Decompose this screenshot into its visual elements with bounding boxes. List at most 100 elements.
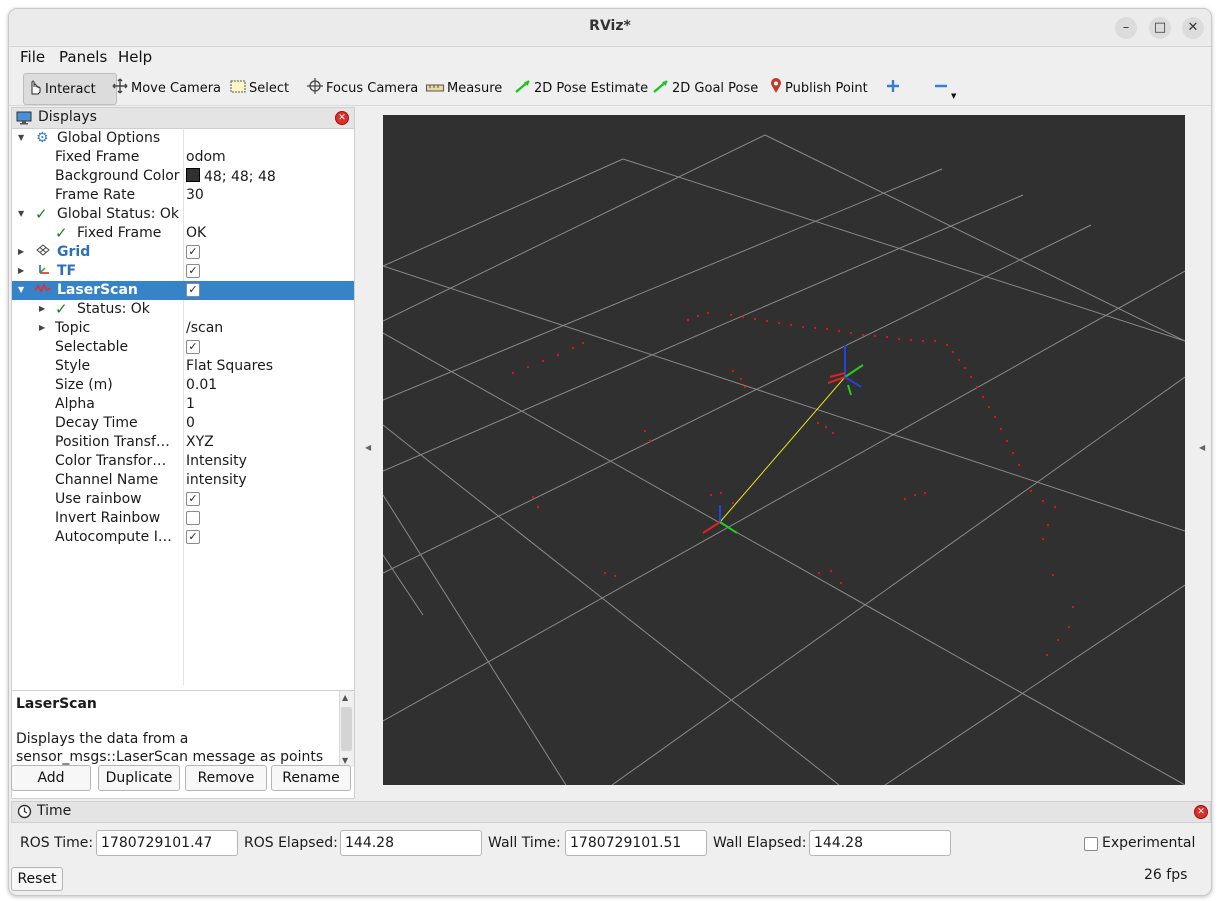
- tree-row-color-transformer[interactable]: Color Transfor… Intensity: [12, 452, 354, 471]
- move-camera-tool[interactable]: Move Camera: [108, 73, 225, 103]
- duplicate-button[interactable]: Duplicate: [98, 765, 180, 791]
- minus-icon: [934, 79, 948, 97]
- collapse-arrow-icon[interactable]: ▶: [39, 323, 45, 332]
- menu-file[interactable]: File: [20, 48, 45, 66]
- collapse-arrow-icon[interactable]: ▶: [39, 304, 45, 313]
- interact-tool[interactable]: Interact: [23, 73, 117, 105]
- reset-button[interactable]: Reset: [11, 867, 63, 891]
- 3d-scene[interactable]: [382, 115, 1186, 786]
- menu-panels[interactable]: Panels: [59, 48, 107, 66]
- add-button[interactable]: Add: [11, 765, 91, 791]
- tf-checkbox[interactable]: ✓: [186, 264, 200, 278]
- expand-arrow-icon[interactable]: ▼: [18, 133, 24, 142]
- description-heading: LaserScan: [16, 696, 97, 712]
- size-value[interactable]: 0.01: [186, 377, 217, 393]
- tree-row-global-status[interactable]: ▼ ✓ Global Status: Ok: [12, 205, 354, 224]
- right-splitter[interactable]: ◀: [1195, 107, 1209, 793]
- tree-row-alpha[interactable]: Alpha 1: [12, 395, 354, 414]
- check-ok-icon: ✓: [55, 300, 68, 318]
- minimize-icon[interactable]: –: [1115, 17, 1137, 39]
- tree-row-selectable[interactable]: Selectable ✓: [12, 338, 354, 357]
- grid-checkbox[interactable]: ✓: [186, 245, 200, 259]
- measure-tool[interactable]: Measure: [422, 73, 506, 103]
- alpha-value[interactable]: 1: [186, 396, 195, 412]
- decay-time-value[interactable]: 0: [186, 415, 195, 431]
- tree-row-status-ok[interactable]: ▶ ✓ Status: Ok: [12, 300, 354, 319]
- tree-row-invert-rainbow[interactable]: Invert Rainbow: [12, 509, 354, 528]
- tree-row-frame-rate[interactable]: Frame Rate 30: [12, 186, 354, 205]
- fixed-frame-value[interactable]: odom: [186, 149, 226, 165]
- tree-row-channel-name[interactable]: Channel Name intensity: [12, 471, 354, 490]
- wall-time-field[interactable]: 1780729101.51: [565, 830, 707, 856]
- remove-button[interactable]: Remove: [185, 765, 267, 791]
- check-ok-icon: ✓: [55, 224, 68, 242]
- remove-tool-button[interactable]: ▼: [930, 73, 960, 103]
- tree-row-size[interactable]: Size (m) 0.01: [12, 376, 354, 395]
- menu-help[interactable]: Help: [118, 48, 152, 66]
- autocompute-checkbox[interactable]: ✓: [186, 530, 200, 544]
- background-color-text: 48; 48; 48: [204, 169, 276, 185]
- tree-row-grid[interactable]: ▶ Grid ✓: [12, 243, 354, 262]
- invert-rainbow-checkbox[interactable]: [186, 511, 200, 525]
- collapse-arrow-icon[interactable]: ▶: [18, 247, 24, 256]
- position-transformer-value[interactable]: XYZ: [186, 434, 214, 450]
- add-tool-button[interactable]: [882, 73, 907, 103]
- tree-row-laserscan[interactable]: ▼ LaserScan ✓: [12, 281, 354, 300]
- color-transformer-value[interactable]: Intensity: [186, 453, 247, 469]
- tree-row-use-rainbow[interactable]: Use rainbow ✓: [12, 490, 354, 509]
- left-splitter[interactable]: ◀: [361, 107, 375, 793]
- laserscan-checkbox[interactable]: ✓: [186, 283, 200, 297]
- description-scrollbar[interactable]: ▲ ▼: [339, 691, 354, 767]
- use-rainbow-checkbox[interactable]: ✓: [186, 492, 200, 506]
- background-color-value[interactable]: 48; 48; 48: [186, 168, 276, 185]
- maximize-icon[interactable]: □: [1149, 17, 1171, 39]
- ros-time-label: ROS Time:: [20, 835, 94, 851]
- wall-elapsed-field[interactable]: 144.28: [809, 830, 951, 856]
- collapse-right-icon[interactable]: ◀: [1199, 443, 1205, 452]
- expand-arrow-icon[interactable]: ▼: [18, 209, 24, 218]
- invert-rainbow-label: Invert Rainbow: [55, 510, 161, 526]
- experimental-checkbox[interactable]: [1084, 837, 1098, 851]
- autocompute-label: Autocompute I…: [55, 529, 172, 545]
- goal-pose-tool[interactable]: 2D Goal Pose: [649, 73, 762, 103]
- rename-button[interactable]: Rename: [271, 765, 351, 791]
- tree-row-status-fixed-frame[interactable]: ✓ Fixed Frame OK: [12, 224, 354, 243]
- close-time-panel-icon[interactable]: ✕: [1194, 805, 1208, 819]
- pose-estimate-tool[interactable]: 2D Pose Estimate: [511, 73, 652, 103]
- frame-rate-value[interactable]: 30: [186, 187, 204, 203]
- style-value[interactable]: Flat Squares: [186, 358, 273, 374]
- publish-point-tool[interactable]: Publish Point: [766, 73, 872, 103]
- tree-row-decay-time[interactable]: Decay Time 0: [12, 414, 354, 433]
- tree-row-autocompute[interactable]: Autocompute I… ✓: [12, 528, 354, 547]
- tree-row-global-options[interactable]: ▼ ⚙ Global Options: [12, 129, 354, 148]
- tree-row-fixed-frame[interactable]: Fixed Frame odom: [12, 148, 354, 167]
- ros-time-field[interactable]: 1780729101.47: [96, 830, 238, 856]
- displays-title: Displays: [38, 109, 97, 125]
- odom-frame-axes: [702, 505, 738, 534]
- scroll-thumb[interactable]: [341, 707, 352, 751]
- tree-row-position-transformer[interactable]: Position Transf… XYZ: [12, 433, 354, 452]
- color-swatch: [186, 168, 200, 182]
- expand-arrow-icon[interactable]: ▼: [18, 285, 24, 294]
- scroll-down-icon[interactable]: ▼: [342, 756, 348, 765]
- tree-row-background-color[interactable]: Background Color 48; 48; 48: [12, 167, 354, 186]
- tree-row-tf[interactable]: ▶ TF ✓: [12, 262, 354, 281]
- tree-row-topic[interactable]: ▶ Topic /scan: [12, 319, 354, 338]
- collapse-arrow-icon[interactable]: ▶: [18, 266, 24, 275]
- dropdown-caret-icon[interactable]: ▼: [951, 92, 956, 100]
- decay-time-label: Decay Time: [55, 415, 138, 431]
- close-panel-icon[interactable]: ✕: [335, 111, 349, 125]
- topic-value[interactable]: /scan: [186, 320, 223, 336]
- select-label: Select: [249, 80, 290, 96]
- close-icon[interactable]: ✕: [1182, 17, 1204, 39]
- focus-camera-tool[interactable]: Focus Camera: [303, 73, 422, 103]
- status-fixed-frame-value: OK: [186, 225, 207, 241]
- scroll-up-icon[interactable]: ▲: [342, 693, 348, 702]
- 3d-viewport[interactable]: [382, 115, 1186, 786]
- collapse-left-icon[interactable]: ◀: [365, 443, 371, 452]
- channel-name-value[interactable]: intensity: [186, 472, 247, 488]
- ros-elapsed-field[interactable]: 144.28: [340, 830, 482, 856]
- selectable-checkbox[interactable]: ✓: [186, 340, 200, 354]
- select-tool[interactable]: Select: [226, 73, 293, 103]
- tree-row-style[interactable]: Style Flat Squares: [12, 357, 354, 376]
